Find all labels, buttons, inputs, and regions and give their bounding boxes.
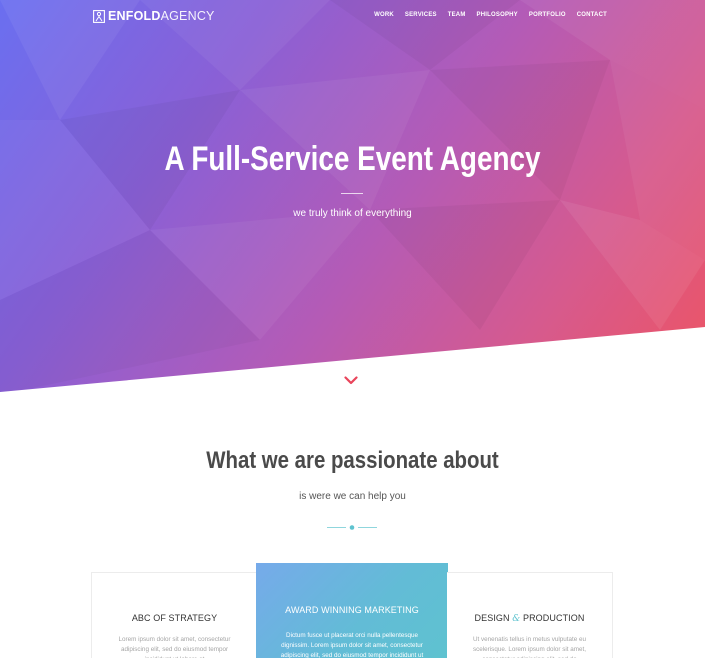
polygon-background: [0, 0, 705, 340]
dot-divider-ornament-icon: [327, 525, 377, 530]
card-title: AWARD WINNING MARKETING: [285, 605, 419, 615]
section-subtitle: is were we can help you: [299, 491, 406, 502]
chevron-down-icon[interactable]: [344, 376, 358, 385]
nav-item-services[interactable]: SERVICES: [405, 12, 437, 18]
ampersand: &: [512, 614, 521, 624]
site-header: ENFOLD AGENCY WORK SERVICES TEAM PHILOSO…: [0, 0, 705, 34]
site-logo[interactable]: ENFOLD AGENCY: [93, 9, 215, 23]
hero-subtitle: we truly think of everything: [293, 208, 412, 219]
service-card-marketing[interactable]: AWARD WINNING MARKETING Dictum fusce ut …: [256, 563, 448, 658]
hero-section: ENFOLD AGENCY WORK SERVICES TEAM PHILOSO…: [0, 0, 705, 392]
hero-divider: [341, 193, 363, 194]
hero-title: A Full-Service Event Agency: [164, 140, 541, 178]
service-card-strategy[interactable]: ABC OF STRATEGY Lorem ipsum dolor sit am…: [91, 572, 257, 658]
nav-item-work[interactable]: WORK: [374, 12, 394, 18]
nav-item-portfolio[interactable]: PORTFOLIO: [529, 12, 566, 18]
card-text: Dictum fusce ut placerat orci nulla pell…: [280, 632, 424, 658]
nav-item-philosophy[interactable]: PHILOSOPHY: [477, 12, 518, 18]
service-card-design[interactable]: DESIGN & PRODUCTION Ut venenatis tellus …: [447, 572, 613, 658]
nav-item-team[interactable]: TEAM: [448, 12, 466, 18]
card-title: ABC OF STRATEGY: [131, 613, 218, 623]
nav-item-contact[interactable]: CONTACT: [577, 12, 607, 18]
card-text: Lorem ipsum dolor sit amet, consectetur …: [118, 636, 231, 658]
card-title-part1: DESIGN: [474, 613, 510, 623]
section-title: What we are passionate about: [206, 447, 499, 474]
card-title: DESIGN & PRODUCTION: [447, 613, 612, 624]
logo-text-light: AGENCY: [160, 9, 215, 23]
main-nav: WORK SERVICES TEAM PHILOSOPHY PORTFOLIO …: [374, 12, 607, 18]
card-text: Ut venenatis tellus in metus vulputate e…: [472, 636, 587, 658]
card-title-part2: PRODUCTION: [522, 613, 585, 623]
enfold-logo-mark-icon: [93, 9, 105, 23]
logo-text-bold: ENFOLD: [108, 9, 161, 23]
